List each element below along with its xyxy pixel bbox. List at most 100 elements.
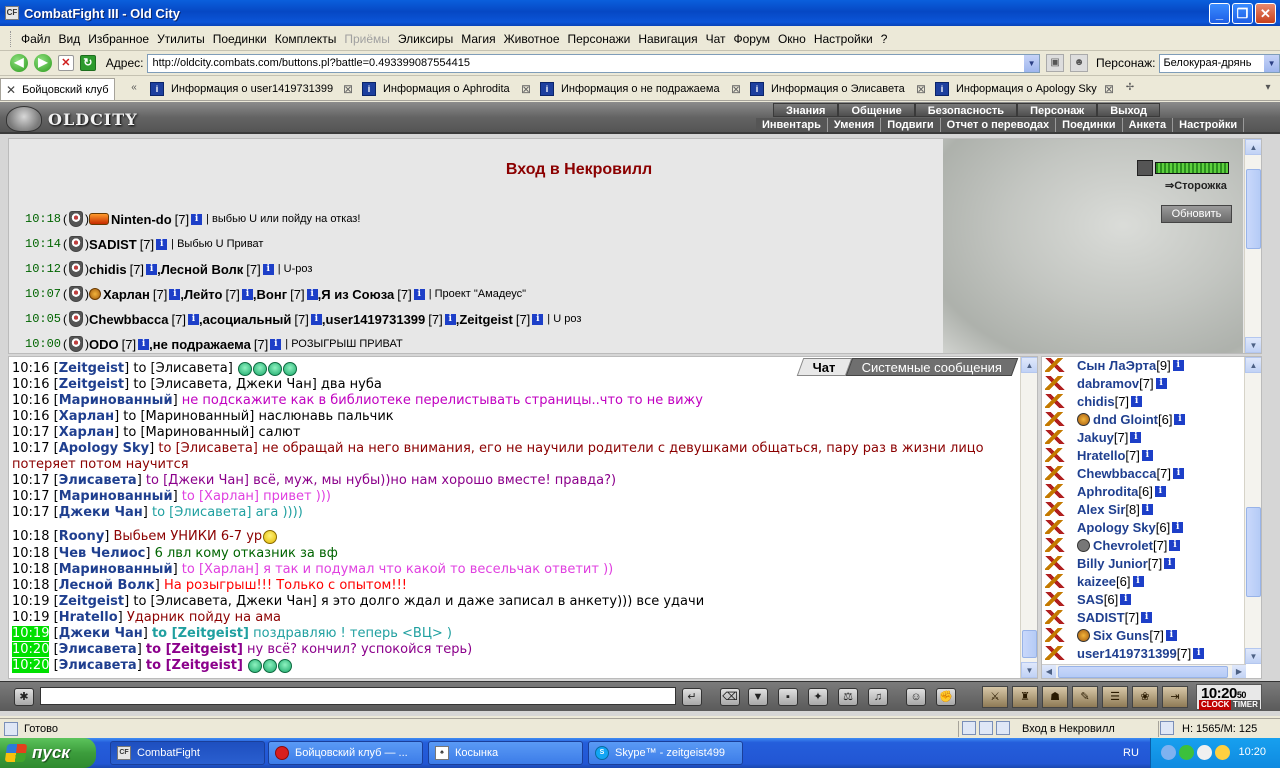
battle-type-icon[interactable] bbox=[69, 211, 84, 227]
scroll-down-icon[interactable]: ▼ bbox=[1245, 648, 1261, 664]
scroll-thumb[interactable] bbox=[1058, 666, 1228, 678]
mask-icon[interactable]: ☗ bbox=[1042, 686, 1068, 708]
language-indicator[interactable]: RU bbox=[1123, 747, 1139, 759]
tab-close-icon[interactable]: ⊠ bbox=[521, 82, 531, 96]
info-icon[interactable]: i bbox=[1141, 449, 1153, 461]
userlist-item[interactable]: dnd Gloint [6] i bbox=[1045, 410, 1186, 428]
user-name[interactable]: dabramov bbox=[1077, 376, 1139, 391]
menu-item-14[interactable]: Окно bbox=[774, 32, 810, 46]
info-icon[interactable]: i bbox=[191, 213, 203, 225]
arrows-icon[interactable] bbox=[1045, 412, 1067, 426]
arrows-icon[interactable] bbox=[1045, 484, 1067, 498]
tray-speaker-icon[interactable] bbox=[1215, 745, 1230, 760]
task-solitaire[interactable]: ♠ Косынка bbox=[428, 741, 583, 765]
arrows-icon[interactable] bbox=[1045, 574, 1067, 588]
scroll-up-icon[interactable]: ▲ bbox=[1245, 357, 1261, 373]
user-name[interactable]: Сын ЛаЭрта bbox=[1077, 358, 1156, 373]
userlist-item[interactable]: Сын ЛаЭрта [9] i bbox=[1045, 357, 1184, 374]
info-icon[interactable]: i bbox=[413, 288, 425, 300]
menu-item-4[interactable]: Поединки bbox=[209, 32, 271, 46]
subnav-2[interactable]: Подвиги bbox=[881, 118, 941, 132]
menu-item-3[interactable]: Утилиты bbox=[153, 32, 209, 46]
user-name[interactable]: Aphrodita bbox=[1077, 484, 1138, 499]
info-icon[interactable]: i bbox=[1132, 575, 1144, 587]
tab-fight-club[interactable]: ✕ Бойцовский клуб bbox=[0, 78, 115, 100]
save-icon[interactable]: ▪ bbox=[778, 688, 798, 706]
sound-icon[interactable]: ♫ bbox=[868, 688, 888, 706]
restore-button[interactable]: ❐ bbox=[1232, 3, 1253, 24]
player-name[interactable]: Chewbbacca bbox=[89, 312, 168, 327]
tray-arrow-icon[interactable] bbox=[1161, 745, 1176, 760]
info-icon[interactable]: i bbox=[1165, 629, 1177, 641]
chat-sender[interactable]: Харлан bbox=[59, 425, 114, 440]
bag-icon[interactable]: ♜ bbox=[1012, 686, 1038, 708]
filter-icon[interactable]: ▼ bbox=[748, 688, 768, 706]
tab-info-elisaveta[interactable]: i Информация о Элисавета ⊠ bbox=[745, 78, 930, 100]
tab-info-ne-podrazhaema[interactable]: i Информация о не подражаема ⊠ bbox=[535, 78, 745, 100]
eraser-icon[interactable]: ⌫ bbox=[720, 688, 740, 706]
info-icon[interactable]: i bbox=[1169, 539, 1181, 551]
user-name[interactable]: user1419731399 bbox=[1077, 646, 1177, 661]
info-icon[interactable]: i bbox=[1130, 431, 1142, 443]
scroll-up-icon[interactable]: ▲ bbox=[1021, 357, 1037, 373]
chat-recipient[interactable]: to [Джеки Чан] bbox=[146, 473, 249, 488]
scroll-thumb[interactable] bbox=[1246, 169, 1261, 249]
chat-sender[interactable]: Элисавета bbox=[59, 473, 137, 488]
info-icon[interactable]: i bbox=[1172, 521, 1184, 533]
chat-sender[interactable]: Чев Челиос bbox=[59, 546, 146, 561]
chat-sender[interactable]: Харлан bbox=[59, 409, 114, 424]
scroll-icon[interactable]: ✎ bbox=[1072, 686, 1098, 708]
battle-type-icon[interactable] bbox=[69, 286, 84, 302]
tab-close-icon[interactable]: ⊠ bbox=[1104, 82, 1114, 96]
info-icon[interactable]: i bbox=[169, 288, 181, 300]
menu-item-16[interactable]: ? bbox=[877, 32, 892, 46]
tab-scroll-left-icon[interactable]: « bbox=[126, 80, 142, 96]
info-icon[interactable]: i bbox=[1141, 611, 1153, 623]
info-icon[interactable]: i bbox=[1141, 503, 1153, 515]
info-icon[interactable]: i bbox=[138, 338, 150, 350]
address-dropdown-icon[interactable]: ▼ bbox=[1024, 54, 1040, 72]
userlist-item[interactable]: Billy Junior [7] i bbox=[1045, 554, 1176, 572]
chat-recipient[interactable]: to [Элисавета, Джеки Чан] bbox=[133, 377, 316, 392]
chat-sender[interactable]: Маринованный bbox=[59, 562, 173, 577]
user-name[interactable]: Chewbbacca bbox=[1077, 466, 1156, 481]
arrows-icon[interactable] bbox=[1045, 520, 1067, 534]
chat-recipient[interactable]: to [Маринованный] bbox=[123, 425, 254, 440]
minimize-button[interactable]: _ bbox=[1209, 3, 1230, 24]
attack-icon[interactable]: ⚔ bbox=[982, 686, 1008, 708]
scroll-down-icon[interactable]: ▼ bbox=[1021, 662, 1037, 678]
userlist-scrollbar[interactable]: ▲ ▼ bbox=[1244, 357, 1261, 664]
player-name[interactable]: Zeitgeist bbox=[459, 312, 512, 327]
chat-sender[interactable]: Элисавета bbox=[59, 642, 137, 657]
user-name[interactable]: kaizee bbox=[1077, 574, 1116, 589]
chat-recipient[interactable]: to [Zeitgeist] bbox=[152, 626, 249, 641]
arrows-icon[interactable] bbox=[1045, 538, 1067, 552]
subnav-6[interactable]: Настройки bbox=[1173, 118, 1245, 132]
chat-sender[interactable]: Zeitgeist bbox=[59, 377, 124, 392]
tab-close-icon[interactable]: ⊠ bbox=[343, 82, 353, 96]
tray-shield-icon[interactable] bbox=[1179, 745, 1194, 760]
user-name[interactable]: Billy Junior bbox=[1077, 556, 1148, 571]
arrows-icon[interactable] bbox=[1045, 646, 1067, 660]
battle-row[interactable]: 10:07() Харлан [7] i, Лейто [7] i, Вонг [7] i, … bbox=[25, 284, 526, 304]
userlist-item[interactable]: Jakuy [7] i bbox=[1045, 428, 1142, 446]
userlist-item[interactable]: Apology Sky [6] i bbox=[1045, 518, 1184, 536]
chat-sender[interactable]: Apology Sky bbox=[59, 441, 149, 456]
player-name[interactable]: Ninten-do bbox=[111, 212, 172, 227]
user-name[interactable]: Alex Sir bbox=[1077, 502, 1125, 517]
player-name[interactable]: Вонг bbox=[257, 287, 288, 302]
page-action-icon[interactable]: ▣ bbox=[1046, 54, 1065, 72]
nav-3[interactable]: Персонаж bbox=[1017, 103, 1098, 117]
arrows-icon[interactable] bbox=[1045, 448, 1067, 462]
tray-network-icon[interactable] bbox=[1197, 745, 1212, 760]
start-button[interactable]: пуск bbox=[0, 738, 96, 768]
arrows-icon[interactable] bbox=[1045, 628, 1067, 642]
chat-recipient[interactable]: to [Элисавета, Джеки Чан] bbox=[133, 594, 316, 609]
battle-type-icon[interactable] bbox=[69, 261, 84, 277]
menu-item-8[interactable]: Магия bbox=[457, 32, 499, 46]
user-name[interactable]: Six Guns bbox=[1093, 628, 1149, 643]
battle-row[interactable]: 10:18() Ninten-do [7] i | выбью U или пойду … bbox=[25, 209, 360, 229]
chat-sender[interactable]: Лесной Волк bbox=[59, 578, 155, 593]
userlist-item[interactable]: chidis [7] i bbox=[1045, 392, 1143, 410]
player-name[interactable]: Харлан bbox=[103, 287, 150, 302]
